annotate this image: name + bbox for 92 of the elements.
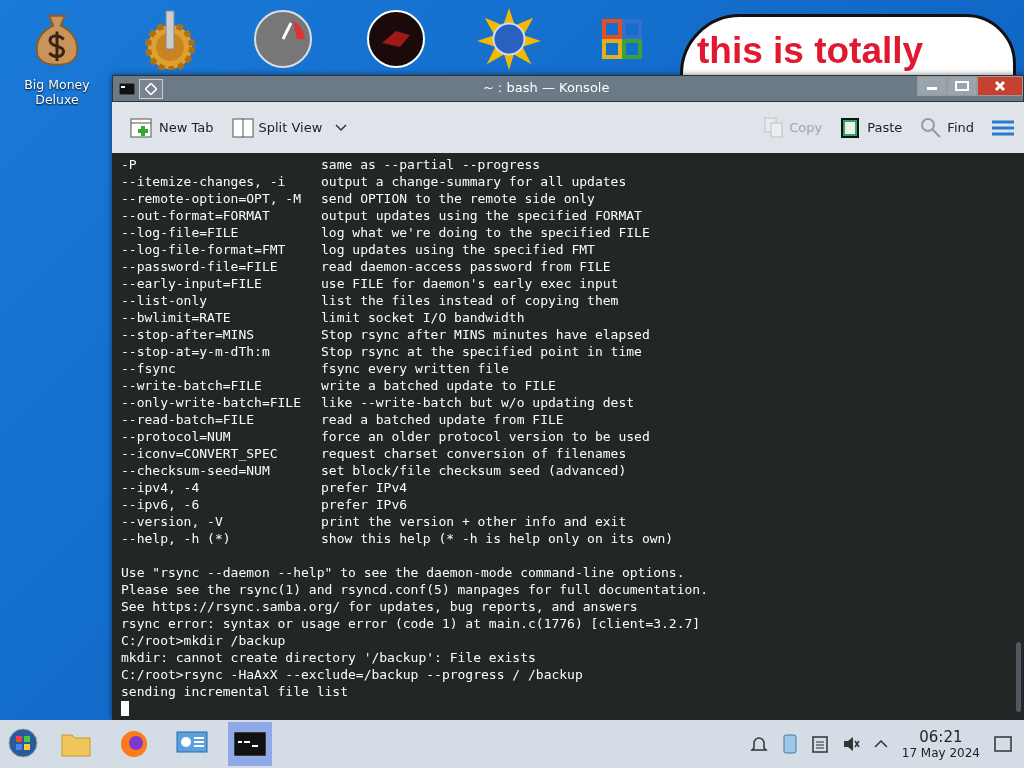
chevron-down-icon bbox=[335, 123, 348, 132]
option-name: --ipv6, -6 bbox=[121, 496, 201, 513]
option-description: output updates using the specified FORMAT bbox=[321, 207, 643, 224]
maximize-button[interactable] bbox=[947, 76, 977, 96]
terminal-line: Use "rsync --daemon --help" to see the daemon-mode command-line options. bbox=[121, 564, 686, 581]
caret-up-icon[interactable] bbox=[873, 739, 888, 749]
start-button[interactable] bbox=[6, 727, 40, 761]
option-description: prefer IPv6 bbox=[321, 496, 409, 513]
clipboard-icon[interactable] bbox=[811, 735, 828, 753]
maximize-icon bbox=[955, 81, 969, 91]
terminal-icon bbox=[234, 732, 266, 756]
option-description: limit socket I/O bandwidth bbox=[321, 309, 526, 326]
option-name: --bwlimit=RATE bbox=[121, 309, 232, 326]
find-button[interactable]: Find bbox=[918, 114, 976, 141]
option-name: --list-only bbox=[121, 292, 209, 309]
option-name: --ipv4, -4 bbox=[121, 479, 201, 496]
option-description: force an older protocol version to be used bbox=[321, 428, 651, 445]
option-name: --password-file=FILE bbox=[121, 258, 279, 275]
option-name: --protocol=NUM bbox=[121, 428, 232, 445]
option-name: --stop-at=y-m-dTh:m bbox=[121, 343, 271, 360]
clock[interactable]: 06:21 17 May 2024 bbox=[901, 727, 980, 761]
desktop-icon-label[interactable]: Big Money Deluxe bbox=[24, 76, 90, 108]
new-tab-icon bbox=[130, 116, 154, 139]
option-name: --out-format=FORMAT bbox=[121, 207, 271, 224]
option-description: fsync every written file bbox=[321, 360, 510, 377]
diamond-icon bbox=[145, 82, 157, 95]
option-name: --itemize-changes, -i bbox=[121, 173, 287, 190]
terminal-line: mkdir: cannot create directory '/backup': File exists bbox=[121, 649, 537, 666]
option-name: --log-file-format=FMT bbox=[121, 241, 287, 258]
option-name: --fsync bbox=[121, 360, 177, 377]
close-icon bbox=[994, 80, 1006, 92]
split-view-icon bbox=[231, 116, 254, 139]
muted-speaker-icon[interactable] bbox=[841, 735, 860, 753]
option-name: --log-file=FILE bbox=[121, 224, 240, 241]
bell-icon[interactable] bbox=[749, 735, 768, 753]
show-desktop-icon[interactable] bbox=[994, 736, 1012, 752]
split-button[interactable]: Split View bbox=[229, 114, 350, 141]
option-description: list the files instead of copying them bbox=[321, 292, 620, 309]
option-name: --stop-after=MINS bbox=[121, 326, 256, 343]
option-name: --checksum-seed=NUM bbox=[121, 462, 271, 479]
option-name: -P bbox=[121, 156, 138, 173]
option-name: --read-batch=FILE bbox=[121, 411, 256, 428]
option-description: read a batched update from FILE bbox=[321, 411, 565, 428]
option-description: show this help (* -h is help only on its own) bbox=[321, 530, 674, 547]
phone-icon[interactable] bbox=[781, 734, 798, 754]
search-icon bbox=[920, 116, 943, 139]
text-cursor bbox=[121, 701, 129, 716]
option-name: --version, -V bbox=[121, 513, 224, 530]
terminal-line: sending incremental file list bbox=[121, 683, 349, 700]
option-description: use FILE for daemon's early exec input bbox=[321, 275, 620, 292]
option-description: set block/file checksum seed (advanced) bbox=[321, 462, 628, 479]
option-description: read daemon-access password from FILE bbox=[321, 258, 612, 275]
gauge-icon[interactable] bbox=[253, 8, 313, 70]
pin-button[interactable] bbox=[139, 78, 163, 99]
option-description: log updates using the specified FMT bbox=[321, 241, 596, 258]
option-description: send OPTION to the remote side only bbox=[321, 190, 596, 207]
option-description: log what we're doing to the specified FILE bbox=[321, 224, 651, 241]
option-name: --remote-option=OPT, -M bbox=[121, 190, 302, 207]
option-description: prefer IPv4 bbox=[321, 479, 409, 496]
option-description: print the version + other info and exit bbox=[321, 513, 628, 530]
option-name: --only-write-batch=FILE bbox=[121, 394, 302, 411]
terminal-task-button[interactable] bbox=[228, 722, 272, 766]
option-description: Stop rsync after MINS minutes have elapsed bbox=[321, 326, 651, 343]
option-name: --write-batch=FILE bbox=[121, 377, 263, 394]
bubble-text: this is totally bbox=[697, 31, 925, 71]
terminal-icon[interactable] bbox=[119, 82, 135, 95]
paste-button[interactable]: Paste bbox=[838, 114, 905, 141]
option-description: output a change-summary for all updates bbox=[321, 173, 628, 190]
sun-globe-icon[interactable] bbox=[476, 8, 542, 70]
terminal-line: C:/root>mkdir /backup bbox=[121, 632, 287, 649]
minimize-button[interactable] bbox=[917, 76, 947, 96]
option-name: --early-input=FILE bbox=[121, 275, 263, 292]
close-button[interactable] bbox=[977, 76, 1023, 96]
option-description: Stop rsync at the specified point in time bbox=[321, 343, 643, 360]
terminal-line: See https://rsync.samba.org/ for updates, bug reports, and answers bbox=[121, 598, 639, 615]
terminal-line: Please see the rsync(1) and rsyncd.conf(5) manpages for full documentation. bbox=[121, 581, 709, 598]
windows-orb-icon bbox=[8, 727, 38, 758]
copy-icon bbox=[764, 116, 785, 139]
disc-icon[interactable] bbox=[366, 8, 426, 70]
option-description: like --write-batch but w/o updating dest bbox=[321, 394, 636, 411]
option-description: request charset conversion of filenames bbox=[321, 445, 628, 462]
window-title: ~ : bash — Konsole bbox=[483, 80, 610, 95]
terminal-line: C:/root>rsync -HaAxX --exclude=/backup --progress / /backup bbox=[121, 666, 584, 683]
terminal-line: rsync error: syntax or usage error (code 1) at main.c(1776) [client=3.2.7] bbox=[121, 615, 702, 632]
option-description: write a batched update to FILE bbox=[321, 377, 557, 394]
browser-icon bbox=[119, 729, 149, 759]
option-name: --help, -h (*) bbox=[121, 530, 232, 547]
option-name: --iconv=CONVERT_SPEC bbox=[121, 445, 279, 462]
new-tab-button[interactable]: New Tab bbox=[128, 114, 216, 141]
folder-icon bbox=[61, 731, 91, 757]
option-description: same as --partial --progress bbox=[321, 156, 542, 173]
menu-icon bbox=[992, 119, 1014, 136]
